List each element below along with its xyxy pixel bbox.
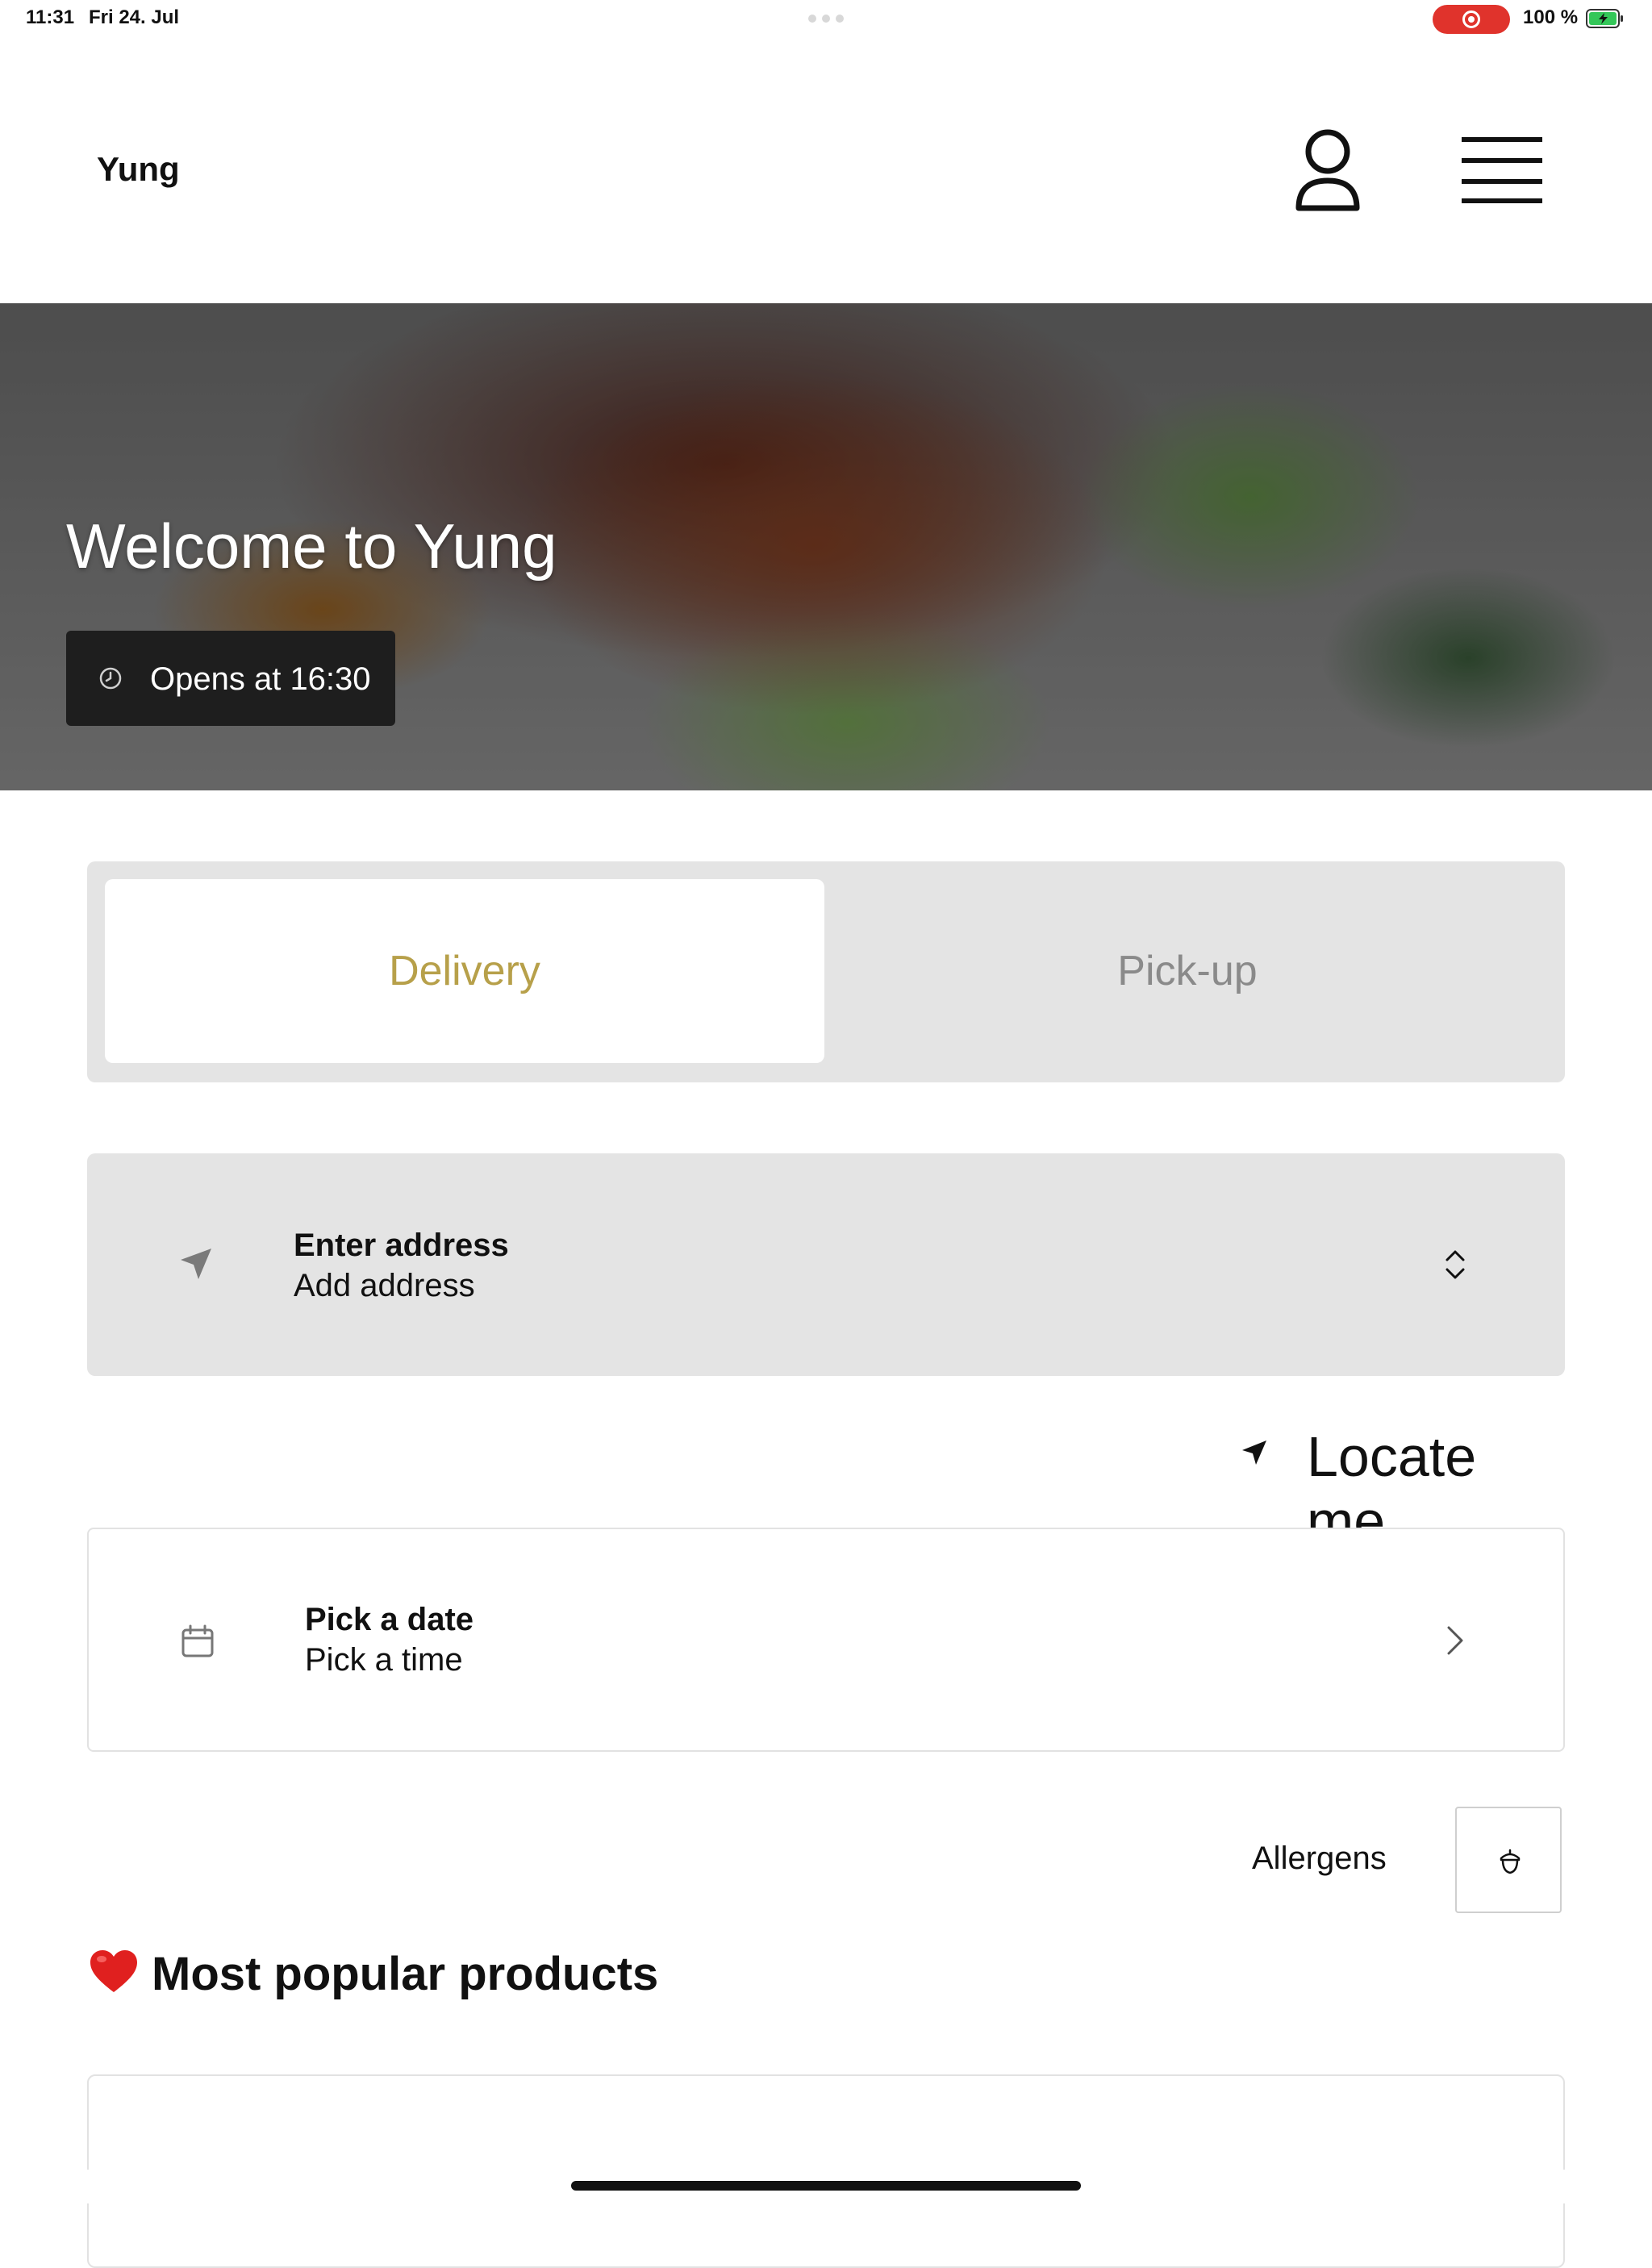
delivery-tab[interactable]: Delivery bbox=[105, 879, 824, 1063]
multitasking-dots-icon[interactable] bbox=[808, 15, 844, 23]
calendar-icon bbox=[181, 1624, 214, 1657]
location-arrow-icon bbox=[181, 1249, 211, 1279]
status-time: 11:31 bbox=[26, 6, 75, 28]
opening-hours-text: Opens at 16:30 bbox=[150, 661, 371, 697]
opening-hours-badge: Opens at 16:30 bbox=[66, 631, 395, 726]
address-subtitle: Add address bbox=[294, 1268, 475, 1303]
hamburger-menu-icon[interactable] bbox=[1462, 135, 1542, 205]
allergens-label: Allergens bbox=[1252, 1841, 1387, 1876]
pickup-tab[interactable]: Pick-up bbox=[828, 879, 1547, 1063]
red-heart-icon bbox=[90, 1950, 137, 1992]
chevron-up-down-icon bbox=[1446, 1250, 1465, 1279]
chevron-right-icon bbox=[1447, 1626, 1463, 1655]
popular-products-heading: Most popular products bbox=[152, 1948, 659, 2000]
status-bar: 11:31 Fri 24. Jul 100 % bbox=[0, 0, 1652, 39]
locate-me-button[interactable]: Locate me bbox=[1239, 1420, 1563, 1553]
battery-charging-icon bbox=[1586, 9, 1623, 28]
home-indicator[interactable] bbox=[571, 2181, 1081, 2191]
location-arrow-icon bbox=[1242, 1440, 1266, 1465]
user-profile-icon[interactable] bbox=[1291, 127, 1365, 215]
pick-time-label: Pick a time bbox=[305, 1642, 463, 1678]
address-selector[interactable]: Enter address Add address bbox=[87, 1153, 1565, 1376]
hero-title: Welcome to Yung bbox=[66, 511, 557, 582]
clock-icon bbox=[99, 667, 122, 690]
status-date: Fri 24. Jul bbox=[89, 6, 180, 28]
allergens-button[interactable] bbox=[1455, 1807, 1562, 1913]
battery-percentage: 100 % bbox=[1523, 6, 1579, 28]
acorn-icon bbox=[1500, 1849, 1521, 1874]
pick-date-label: Pick a date bbox=[305, 1602, 474, 1637]
screen-recording-icon[interactable] bbox=[1433, 5, 1510, 34]
address-title: Enter address bbox=[294, 1228, 509, 1263]
brand-name[interactable]: Yung bbox=[97, 150, 180, 189]
date-time-picker[interactable]: Pick a date Pick a time bbox=[87, 1528, 1565, 1752]
hero-banner: Welcome to Yung Opens at 16:30 bbox=[0, 303, 1652, 790]
order-mode-toggle: Delivery Pick-up bbox=[87, 861, 1565, 1082]
